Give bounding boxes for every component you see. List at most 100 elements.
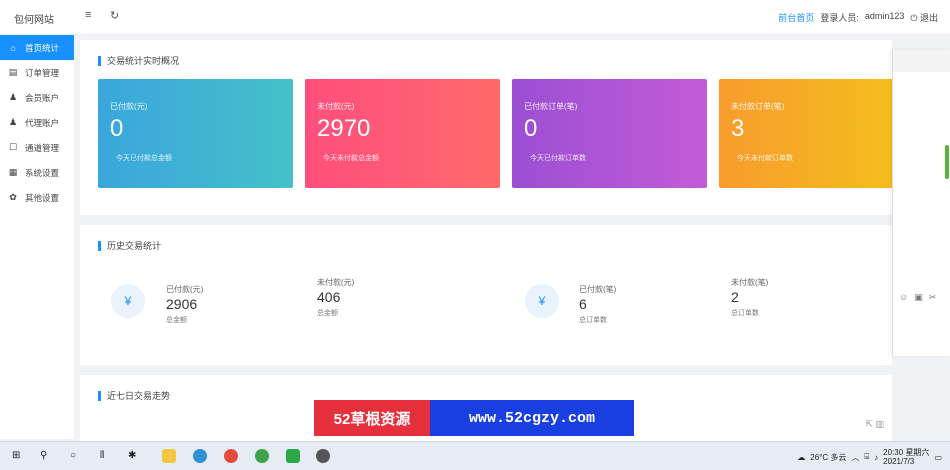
panel-title: 交易统计实时概况 xyxy=(98,56,179,66)
floating-side-panel: ☺ ▣ ✂ xyxy=(892,50,950,356)
stat-value: 0 xyxy=(524,115,538,142)
panel-title: 历史交易统计 xyxy=(98,241,161,251)
wechat-icon[interactable] xyxy=(286,449,300,463)
metric-subtext: 总金额 xyxy=(317,310,338,317)
stat-card-paid-orders[interactable]: 已付款订单(笔) 0 今天已付款订单数 xyxy=(512,79,707,188)
sidebar-item-label: 首页统计 xyxy=(25,42,60,53)
metric-subtext: 总金额 xyxy=(166,317,187,324)
channel-icon: ☐ xyxy=(8,142,18,152)
sidebar-item-label: 通道管理 xyxy=(25,142,60,153)
login-label: 登录人员: xyxy=(820,13,859,23)
sidebar-item-agents[interactable]: ♟ 代理账户 xyxy=(0,110,74,135)
metric-subtext: 总订单数 xyxy=(731,310,759,317)
sidebar-item-label: 系统设置 xyxy=(25,167,60,178)
stat-label: 未付款订单(笔) xyxy=(731,102,785,111)
sidebar-item-members[interactable]: ♟ 会员账户 xyxy=(0,85,74,110)
metric-subtext: 总订单数 xyxy=(579,317,607,324)
yuan-icon: ¥ xyxy=(525,284,559,318)
gif-icon[interactable]: ▣ xyxy=(914,292,923,303)
stat-label: 已付款订单(笔) xyxy=(524,102,578,111)
system-tray: ☁ 26°C 多云 ︿ ⌸ ♪ 20:30 星期六 2021/7/3 ▭ xyxy=(797,448,942,466)
sidebar-item-channels[interactable]: ☐ 通道管理 xyxy=(0,135,74,160)
home-link[interactable]: 前台首页 xyxy=(778,11,814,24)
network-icon[interactable]: ⌸ xyxy=(864,452,869,462)
sidebar-item-label: 其他设置 xyxy=(25,192,60,203)
refresh-icon[interactable]: ↻ xyxy=(110,9,119,22)
stat-value: 2970 xyxy=(317,115,371,142)
sidebar-item-label: 会员账户 xyxy=(25,92,60,103)
home-icon: ⌂ xyxy=(10,42,16,53)
sidebar-item-other[interactable]: ✿ 其他设置 xyxy=(0,185,74,210)
sidebar-item-orders[interactable]: ▤ 订单管理 xyxy=(0,60,74,85)
search-icon[interactable]: ⚲ xyxy=(40,450,47,461)
agent-icon: ♟ xyxy=(8,117,18,127)
sidebar-item-system[interactable]: ▦ 系统设置 xyxy=(0,160,74,185)
top-bar: 包何网站 ≡ ↻ 前台首页 登录人员: admin123 ⏻ 退出 xyxy=(0,0,950,35)
clock-date: 2021/7/3 xyxy=(883,457,915,466)
settings-icon: ▦ xyxy=(8,167,18,177)
status-indicator xyxy=(945,145,949,179)
app-logo: 包何网站 xyxy=(14,15,54,26)
taskbar: ⊞ ⚲ ○ ⫴ ✱ ☁ 26°C 多云 ︿ ⌸ ♪ 20:30 星期六 2021… xyxy=(0,441,950,470)
stat-subtext: 今天未付款总金额 xyxy=(323,155,379,162)
clock-time: 20:30 xyxy=(883,448,904,457)
metric-value: 6 xyxy=(579,296,587,312)
stat-subtext: 今天已付款总金额 xyxy=(116,155,172,162)
scissors-icon[interactable]: ✂ xyxy=(929,292,937,303)
logout-label: 退出 xyxy=(919,13,938,23)
stat-card-paid-amount[interactable]: 已付款(元) 0 今天已付款总金额 xyxy=(98,79,293,188)
stat-card-unpaid-amount[interactable]: 未付款(元) 2970 今天未付款总金额 xyxy=(305,79,500,188)
stat-label: 已付款(元) xyxy=(110,102,148,111)
metric-label: 已付款(笔) xyxy=(579,285,617,294)
file-explorer-icon[interactable] xyxy=(162,449,176,463)
volume-icon[interactable]: ♪ xyxy=(874,453,878,462)
metric-unpaid-amount: 未付款(元) 406 总金额 xyxy=(317,277,354,318)
edge-icon[interactable] xyxy=(193,449,207,463)
logout-button[interactable]: ⏻ 退出 xyxy=(910,11,938,24)
metric-value: 406 xyxy=(317,289,341,305)
username: admin123 xyxy=(864,11,905,21)
widgets-icon[interactable]: ⫴ xyxy=(100,450,104,461)
metric-label: 已付款(元) xyxy=(166,285,204,294)
stat-label: 未付款(元) xyxy=(317,102,355,111)
watermark-banner: 52草根资源 www.52cgzy.com xyxy=(314,400,634,436)
stat-subtext: 今天未付款订单数 xyxy=(737,155,793,162)
metric-paid-orders: 已付款(笔) 6 总订单数 xyxy=(579,284,616,325)
task-view-icon[interactable]: ○ xyxy=(70,450,76,461)
watermark-cn: 52草根资源 xyxy=(314,400,430,436)
sidebar-item-label: 代理账户 xyxy=(25,117,60,128)
order-icon: ▤ xyxy=(8,67,18,77)
app-icon[interactable] xyxy=(316,449,330,463)
metric-unpaid-orders: 未付款(笔) 2 总订单数 xyxy=(731,277,768,318)
weather-icon: ☁ xyxy=(797,452,806,462)
yuan-icon: ¥ xyxy=(111,284,145,318)
metric-paid-amount: 已付款(元) 2906 总金额 xyxy=(166,284,203,325)
weather-text[interactable]: 26°C 多云 xyxy=(810,452,846,463)
metric-value: 2 xyxy=(731,289,739,305)
sidebar: ⌂ 首页统计 ▤ 订单管理 ♟ 会员账户 ♟ 代理账户 ☐ 通道管理 ▦ 系统设… xyxy=(0,35,74,439)
stat-value: 0 xyxy=(110,115,124,142)
chart-toolbar-icon[interactable]: ⇱ ▥ xyxy=(865,419,884,430)
metric-label: 未付款(元) xyxy=(317,278,355,287)
tray-chevron-icon[interactable]: ︿ xyxy=(851,452,859,463)
clock-day: 星期六 xyxy=(905,448,930,457)
notification-icon[interactable]: ▭ xyxy=(934,453,942,462)
stat-subtext: 今天已付款订单数 xyxy=(530,155,586,162)
emoji-icon[interactable]: ☺ xyxy=(899,292,908,303)
metric-value: 2906 xyxy=(166,296,198,312)
sidebar-item-dashboard[interactable]: ⌂ 首页统计 xyxy=(0,35,74,60)
floating-panel-header xyxy=(893,50,950,72)
chrome-icon[interactable] xyxy=(224,449,238,463)
panel-title: 近七日交易走势 xyxy=(98,391,170,401)
user-icon: ♟ xyxy=(8,92,18,102)
sidebar-item-label: 订单管理 xyxy=(25,67,60,78)
metric-label: 未付款(笔) xyxy=(731,278,769,287)
watermark-url: www.52cgzy.com xyxy=(430,400,634,436)
menu-toggle-icon[interactable]: ≡ xyxy=(85,9,91,21)
slack-icon[interactable]: ✱ xyxy=(128,450,136,461)
app-icon[interactable] xyxy=(255,449,269,463)
start-icon[interactable]: ⊞ xyxy=(12,450,20,461)
gear-icon: ✿ xyxy=(9,192,17,202)
stat-card-unpaid-orders[interactable]: 未付款订单(笔) 3 今天未付款订单数 xyxy=(719,79,914,188)
stat-value: 3 xyxy=(731,115,745,142)
